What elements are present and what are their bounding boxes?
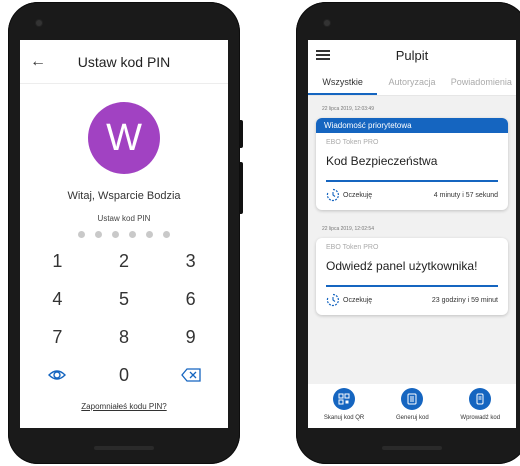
avatar-initial: W [106,116,142,159]
bottom-speaker [382,446,442,450]
hamburger-menu-icon[interactable] [316,48,330,62]
key-2[interactable]: 2 [91,242,158,280]
notification-timestamp: 22 lipca 2019, 12:02:54 [322,226,374,232]
greeting-text: Witaj, Wsparcie Bodzia [67,190,181,202]
card-status: Oczekuję 4 minuty i 57 sekund [326,188,498,202]
clock-icon [326,188,339,202]
card-status: Oczekuję 23 godziny i 59 minut [326,293,498,307]
power-button [240,120,243,148]
bottom-action-bar: Skanuj kod QR Generuj kod Wprowadź kod [308,384,516,428]
volume-button [240,162,243,214]
pin-indicator [20,231,228,238]
forgot-pin-link[interactable]: Zapomniałeś kodu PIN? [20,402,228,411]
action-label: Generuj kod [395,415,429,421]
pin-label: Ustaw kod PIN [97,214,151,223]
pin-dot [129,231,136,238]
card-source: EBO Token PRO [326,139,379,146]
dashboard-screen: Pulpit Wszystkie Autoryzacja Powiadomien… [308,40,516,428]
pin-dot [146,231,153,238]
pin-header: ← Ustaw kod PIN [20,40,228,84]
generate-code-icon [401,388,424,410]
action-label: Wprowadź kod [460,415,501,421]
pin-dot [163,231,170,238]
tab-all[interactable]: Wszystkie [308,70,378,95]
key-8[interactable]: 8 [91,318,158,356]
front-camera [324,20,330,26]
priority-banner: Wiadomość priorytetowa [316,118,508,133]
avatar: W [88,102,160,174]
tab-bar: Wszystkie Autoryzacja Powiadomienia [308,70,516,96]
key-5[interactable]: 5 [91,280,158,318]
card-source: EBO Token PRO [326,244,379,251]
backspace-button[interactable] [157,356,224,394]
progress-bar [326,180,498,182]
front-camera [36,20,42,26]
enter-code-button[interactable]: Wprowadź kod [460,388,500,421]
pin-dot [112,231,119,238]
progress-bar [326,285,498,287]
key-0[interactable]: 0 [91,356,158,394]
pin-screen: ← Ustaw kod PIN W Witaj, Wsparcie Bodzia… [20,40,228,428]
pin-dot [95,231,102,238]
back-arrow-icon[interactable]: ← [30,53,52,71]
key-1[interactable]: 1 [24,242,91,280]
generate-code-button[interactable]: Generuj kod [396,388,429,421]
enter-code-icon [469,388,492,410]
backspace-icon [180,368,201,382]
pin-dot [78,231,85,238]
time-remaining: 23 godziny i 59 minut [431,296,498,304]
phone-left: ← Ustaw kod PIN W Witaj, Wsparcie Bodzia… [8,2,243,464]
status-text: Oczekuję [343,296,373,304]
tab-authorization[interactable]: Autoryzacja [377,70,446,95]
notification-card[interactable]: EBO Token PRO Odwiedź panel użytkownika!… [316,238,508,315]
scan-qr-button[interactable]: Skanuj kod QR [324,388,364,421]
eye-icon [48,370,67,380]
phone-right: Pulpit Wszystkie Autoryzacja Powiadomien… [296,2,520,464]
card-body: EBO Token PRO Odwiedź panel użytkownika!… [316,238,508,315]
page-title: Pulpit [395,47,429,63]
show-pin-button[interactable] [24,356,91,394]
card-body: EBO Token PRO Kod Bezpieczeństwa Oczekuj… [316,133,508,210]
qr-scan-icon [333,388,356,410]
notification-feed: 22 lipca 2019, 12:03:49 Wiadomość priory… [308,96,516,384]
card-title: Kod Bezpieczeństwa [326,154,438,168]
key-7[interactable]: 7 [24,318,91,356]
page-title: Ustaw kod PIN [77,53,171,70]
clock-icon [326,293,339,307]
time-remaining: 4 minuty i 57 sekund [433,191,498,199]
key-3[interactable]: 3 [157,242,224,280]
card-title: Odwiedź panel użytkownika! [326,259,478,273]
bottom-speaker [94,446,154,450]
notification-timestamp: 22 lipca 2019, 12:03:49 [322,106,374,112]
status-text: Oczekuję [343,191,373,199]
tab-notifications[interactable]: Powiadomienia [447,70,516,95]
action-label: Skanuj kod QR [323,415,365,421]
dashboard-header: Pulpit [308,40,516,70]
keypad: 1 2 3 4 5 6 7 8 9 0 [24,242,224,394]
key-6[interactable]: 6 [157,280,224,318]
key-4[interactable]: 4 [24,280,91,318]
key-9[interactable]: 9 [157,318,224,356]
notification-card[interactable]: Wiadomość priorytetowa EBO Token PRO Kod… [316,118,508,210]
